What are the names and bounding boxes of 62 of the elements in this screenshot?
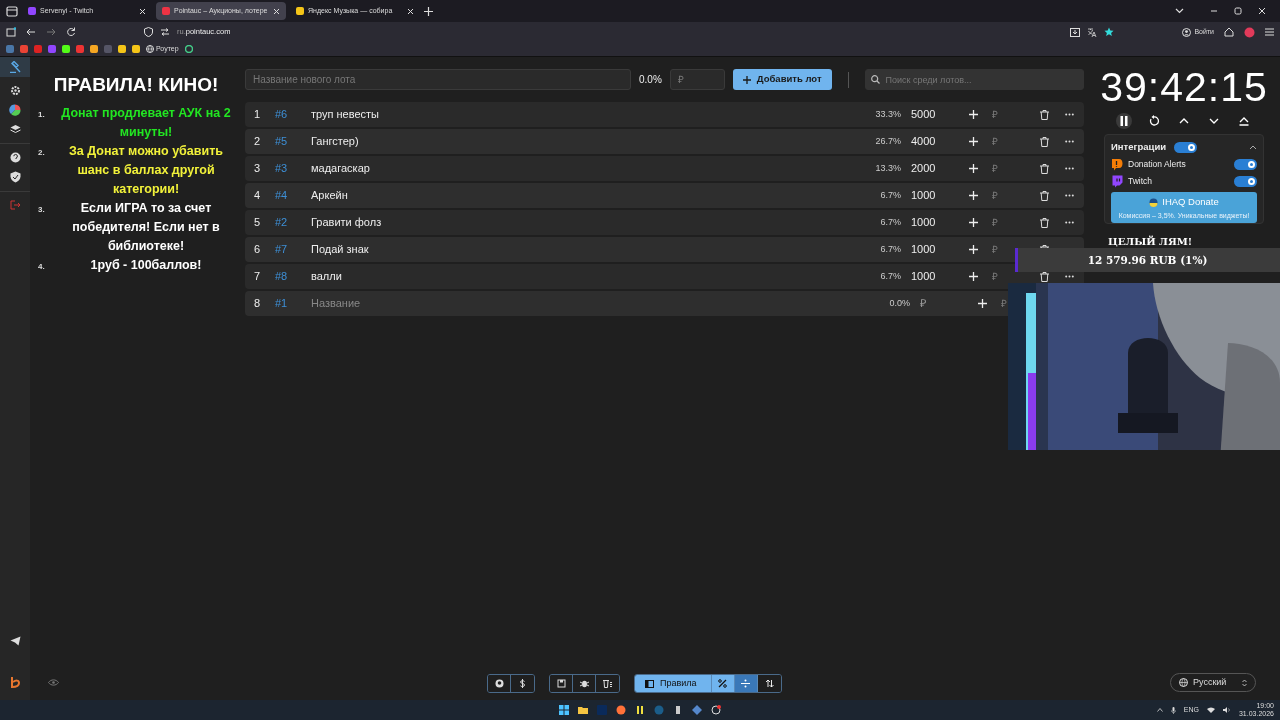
lot-id: #2	[275, 215, 289, 231]
percent-text: 6.7%	[879, 215, 901, 229]
add-lot-button[interactable]: Добавить лот	[732, 69, 832, 90]
lot-id: #5	[275, 134, 289, 150]
lot-name-field[interactable]: мадагаскар	[311, 160, 511, 177]
row-number: 8	[253, 296, 262, 312]
rules-button[interactable]: Правила	[635, 675, 712, 692]
amount-field[interactable]: 1000	[901, 213, 951, 232]
row-number: 7	[253, 269, 262, 285]
lot-name-field[interactable]: валли	[311, 268, 511, 285]
integration-name: Twitch	[1128, 175, 1154, 189]
list-number: 4.	[38, 260, 46, 273]
percent-text: 0.0%	[888, 296, 910, 310]
percent-text: 6.7%	[879, 242, 901, 256]
amount-field[interactable]: 5000	[901, 105, 951, 124]
percent-text: 6.7%	[879, 188, 901, 202]
list-number: 2.	[38, 146, 46, 159]
goal-title: ЦЕЛЫЙ ЛЯМ!	[1108, 235, 1193, 248]
lot-id: #3	[275, 161, 289, 177]
row-number: 6	[253, 242, 262, 258]
lot-id: #6	[275, 107, 289, 123]
lot-name-field[interactable]: Аркейн	[311, 187, 511, 204]
rule-text: 1руб - 100баллов!	[89, 256, 203, 274]
row-number: 5	[253, 215, 262, 231]
amount-field[interactable]: 2000	[901, 159, 951, 178]
amount-field[interactable]: 4000	[901, 132, 951, 151]
percent-text: 26.7%	[874, 134, 901, 148]
lot-id: #1	[275, 296, 289, 312]
amount-field[interactable]: 1000	[901, 240, 951, 259]
lot-id: #4	[275, 188, 289, 204]
timer-text: 39:42:15	[1100, 67, 1268, 108]
lot-id: #7	[275, 242, 289, 258]
list-number: 1.	[38, 108, 46, 121]
amount-field[interactable]: 1000	[901, 267, 951, 286]
amount-field[interactable]: 1000	[901, 186, 951, 205]
amount-field[interactable]: ₽	[669, 69, 725, 90]
lot-name-field[interactable]: труп невесты	[311, 106, 511, 123]
row-number: 4	[253, 188, 262, 204]
lot-name-field[interactable]: Название нового лота	[245, 69, 631, 90]
percent-text: 0.0%	[639, 73, 662, 87]
lot-name-field[interactable]: Название	[311, 295, 511, 312]
row-number: 3	[253, 161, 262, 177]
amount-field[interactable]: ₽	[910, 294, 960, 313]
percent-text: 6.7%	[879, 269, 901, 283]
rules-title: ПРАВИЛА! КИНО!	[52, 73, 220, 97]
rule-text: За Донат можно убавить шанс в баллах другой категории!	[68, 142, 224, 198]
goal-amount: 12 579.96 RUB (1%)	[1087, 253, 1208, 268]
search-field[interactable]: Поиск среди лотов...	[864, 69, 1084, 90]
rule-text: Донат продлевает АУК на 2 минуты!	[60, 104, 232, 141]
list-number: 3.	[38, 203, 46, 216]
lot-id: #8	[275, 269, 289, 285]
language-select[interactable]: Русский	[1170, 673, 1256, 692]
integration-name: Donation Alerts	[1128, 158, 1187, 172]
row-number: 2	[253, 134, 262, 150]
lot-name-field[interactable]: Подай знак	[311, 241, 511, 258]
percent-text: 13.3%	[874, 161, 901, 175]
percent-text: 33.3%	[874, 107, 901, 121]
row-number: 1	[253, 107, 262, 123]
lot-name-field[interactable]: Гангстер)	[311, 133, 511, 150]
rule-text: Если ИГРА то за счет победителя! Если нет в библиотеке!	[71, 199, 221, 255]
lot-name-field[interactable]: Гравити фолз	[311, 214, 511, 231]
panel-title: Интеграции	[1111, 140, 1167, 154]
